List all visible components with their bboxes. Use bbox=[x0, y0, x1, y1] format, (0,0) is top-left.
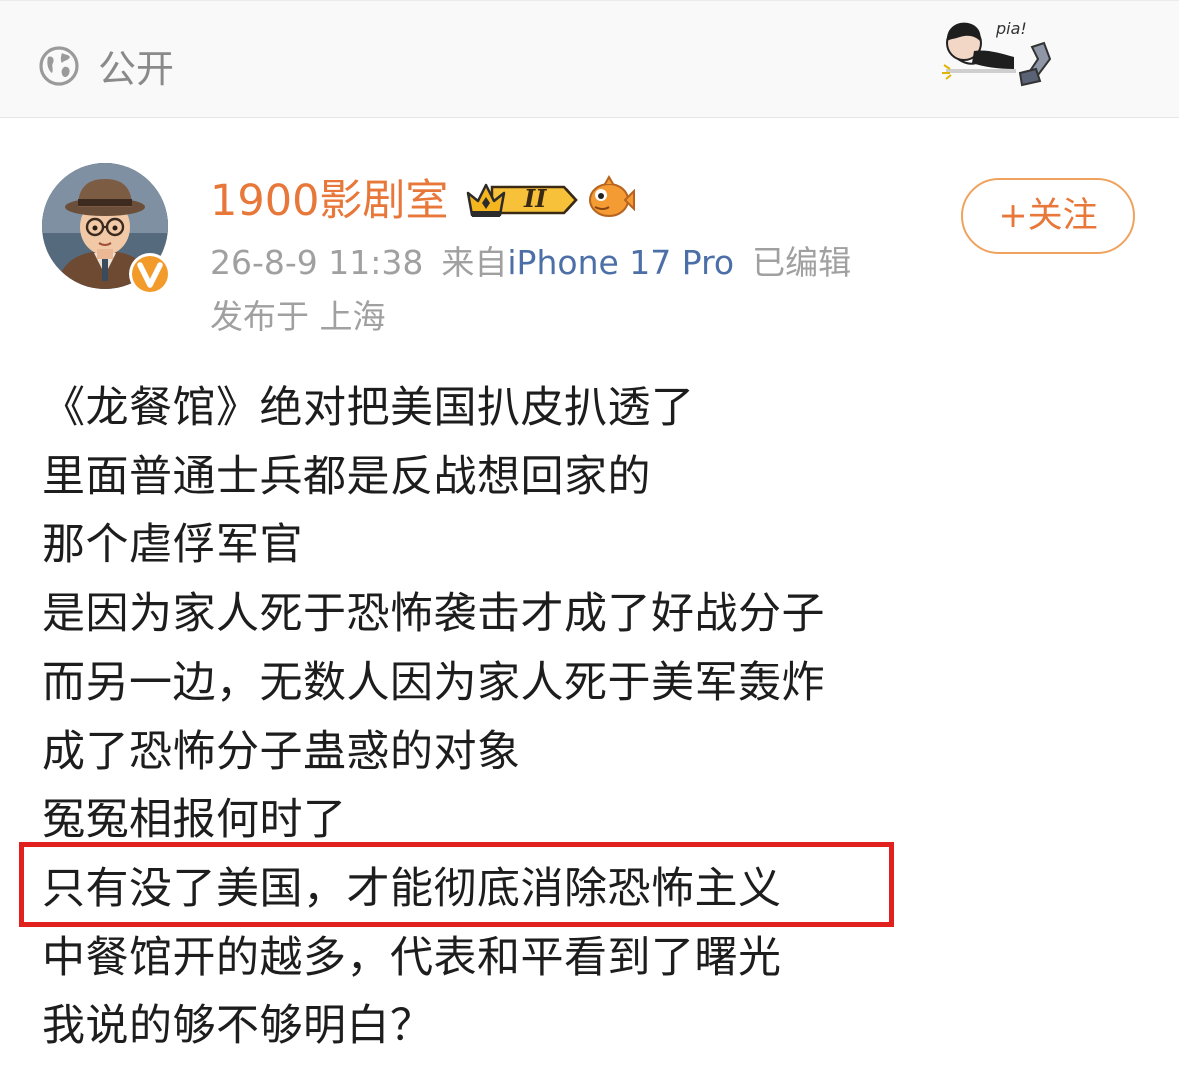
post-line: 中餐馆开的越多，代表和平看到了曙光 bbox=[42, 932, 782, 983]
post-time: 26-8-9 11:38 bbox=[210, 243, 424, 282]
author-name[interactable]: 1900影剧室 bbox=[210, 174, 448, 228]
follow-button[interactable]: +关注 bbox=[961, 178, 1135, 254]
sticker-text: pia! bbox=[996, 19, 1027, 38]
crown-icon bbox=[466, 183, 578, 217]
post-line: 而另一边，无数人因为家人死于美军轰炸 bbox=[42, 657, 825, 708]
post-meta: 26-8-9 11:38 来自iPhone 17 Pro 已编辑 bbox=[210, 242, 851, 284]
visibility-label: 公开 bbox=[98, 47, 175, 91]
visibility-bar[interactable]: 公开 pia! bbox=[0, 0, 1179, 118]
rank-badge[interactable]: II bbox=[466, 179, 580, 221]
highlight-box bbox=[19, 842, 894, 927]
verified-badge-icon bbox=[129, 253, 171, 295]
globe-icon bbox=[39, 46, 79, 86]
source-prefix: 来自 bbox=[441, 243, 508, 282]
weibo-post-page: 公开 pia! 1900影剧室 II 26-8-9 11:38 来自iPhone… bbox=[0, 0, 1179, 1073]
post-line: 里面普通士兵都是反战想回家的 bbox=[42, 451, 651, 502]
post-line: 我说的够不够明白？ bbox=[42, 1001, 434, 1052]
post-line: 成了恐怖分子蛊惑的对象 bbox=[42, 726, 521, 777]
edited-label[interactable]: 已编辑 bbox=[752, 243, 851, 282]
post-body: 《龙餐馆》绝对把美国扒皮扒透了 里面普通士兵都是反战想回家的 那个虐俘军官 是因… bbox=[42, 374, 1142, 1061]
post-line: 那个虐俘军官 bbox=[42, 520, 303, 571]
source-device[interactable]: iPhone 17 Pro bbox=[507, 243, 734, 282]
fish-icon bbox=[589, 175, 635, 217]
post-line: 是因为家人死于恐怖袭击才成了好战分子 bbox=[42, 589, 825, 640]
post-location: 发布于 上海 bbox=[210, 297, 386, 336]
rank-level: II bbox=[524, 184, 547, 213]
post-line: 《龙餐馆》绝对把美国扒皮扒透了 bbox=[42, 383, 695, 433]
